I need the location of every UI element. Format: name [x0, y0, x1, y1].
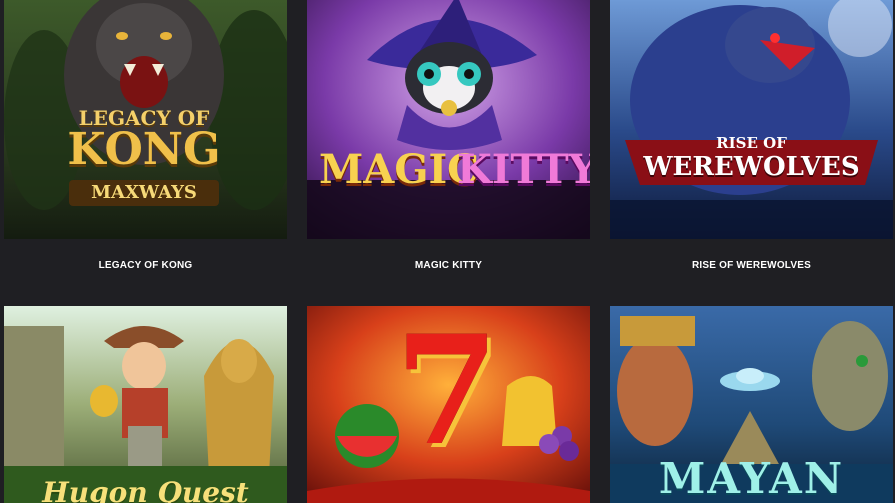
rise-of-werewolves-thumbnail	[610, 0, 893, 239]
legacy-of-kong-logo-line3: MAXWAYS	[91, 182, 197, 203]
legacy-of-kong-logo-line2: KONG	[67, 124, 221, 175]
hugon-quest-thumbnail	[4, 306, 287, 503]
game-title-legacy-of-kong[interactable]: LEGACY OF KONG	[4, 260, 287, 271]
game-tile-mayan[interactable]: MAYAN	[610, 306, 893, 503]
game-tile-lucky-seven[interactable]: 7	[307, 306, 590, 503]
game-tile-rise-of-werewolves[interactable]: RISE OF WEREWOLVES	[610, 0, 893, 239]
game-tile-magic-kitty[interactable]: MAGIC KITTY	[307, 0, 590, 239]
game-title-magic-kitty[interactable]: MAGIC KITTY	[307, 260, 590, 271]
magic-kitty-thumbnail	[307, 0, 590, 239]
magic-kitty-logo-line1: MAGIC	[319, 146, 480, 193]
mayan-logo: MAYAN	[658, 454, 845, 503]
game-tile-legacy-of-kong[interactable]: LEGACY OF KONG MAXWAYS	[4, 0, 287, 239]
game-title-rise-of-werewolves[interactable]: RISE OF WEREWOLVES	[610, 260, 893, 271]
hugon-quest-logo: Hugon Quest	[42, 476, 249, 503]
rise-of-werewolves-logo-line1: RISE OF	[716, 134, 787, 152]
magic-kitty-logo-line2: KITTY	[457, 146, 590, 193]
game-tile-hugon-quest[interactable]: Hugon Quest	[4, 306, 287, 503]
rise-of-werewolves-logo-line2: WEREWOLVES	[643, 152, 860, 182]
lucky-seven-symbol: 7	[394, 306, 500, 479]
